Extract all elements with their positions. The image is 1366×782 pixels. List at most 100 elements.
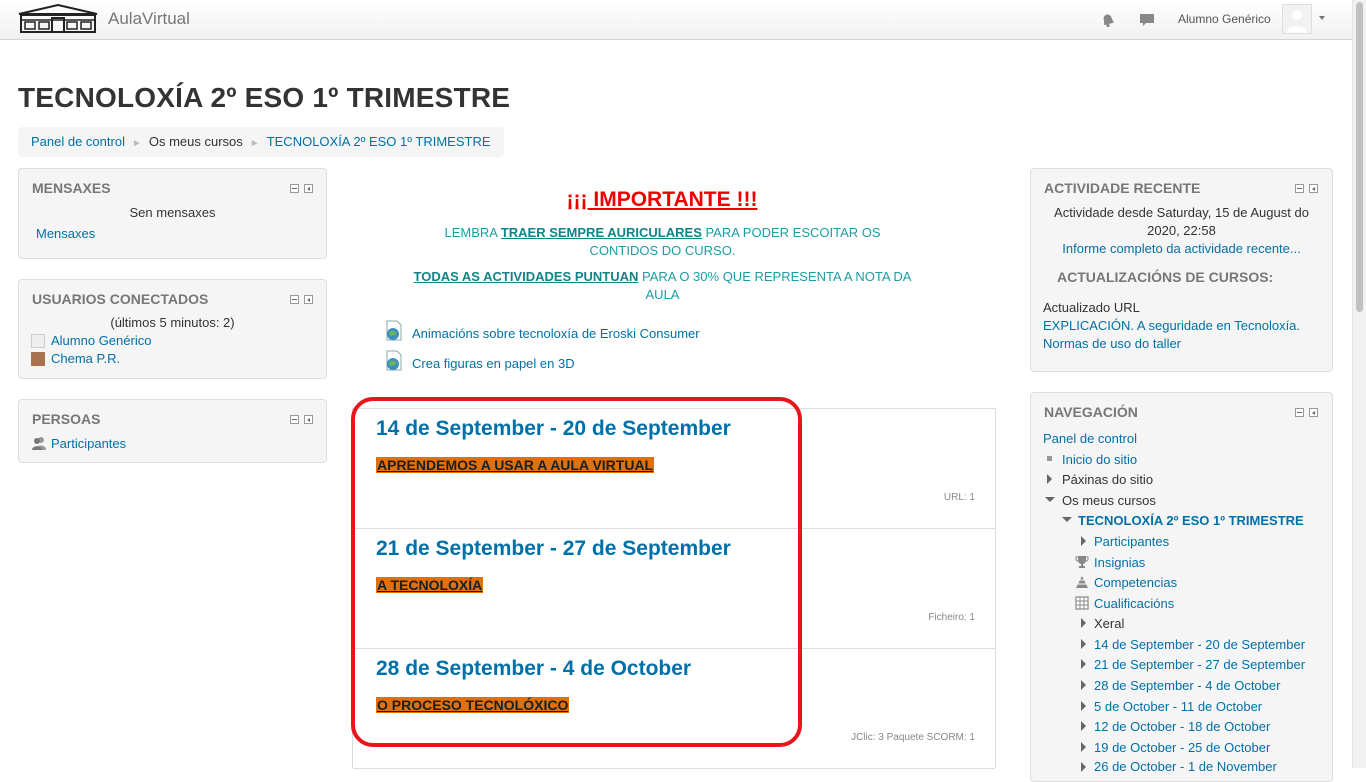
expand-icon[interactable] [1081, 639, 1086, 649]
course-section: 14 de September - 20 de September APREND… [353, 409, 995, 529]
nav-competencies[interactable]: Competencias [1094, 575, 1177, 590]
scrollbar-thumb[interactable] [1356, 2, 1363, 312]
breadcrumb-separator-icon: ► [249, 138, 260, 149]
minimize-icon[interactable] [290, 295, 299, 304]
minimize-icon[interactable] [290, 415, 299, 424]
expand-icon[interactable] [1081, 659, 1086, 669]
site-name[interactable]: AulaVirtual [108, 9, 190, 29]
nav-week[interactable]: 26 de October - 1 de November [1094, 759, 1277, 774]
nav-my-courses[interactable]: Os meus cursos [1062, 493, 1156, 508]
url-resource-icon [386, 320, 402, 341]
expand-icon[interactable] [1081, 721, 1086, 731]
section-topic: A TECNOLOXÍA [376, 577, 484, 593]
resource-link[interactable]: Crea figuras en papel en 3D [412, 356, 575, 371]
nav-week[interactable]: 5 de October - 11 de October [1094, 699, 1262, 714]
minimize-icon[interactable] [290, 184, 299, 193]
block-title: NAVEGACIÓN [1044, 404, 1138, 420]
course-sections: 14 de September - 20 de September APREND… [352, 408, 996, 769]
nav-dashboard[interactable]: Panel de control [1043, 431, 1137, 446]
minimize-icon[interactable] [1295, 184, 1304, 193]
expand-icon[interactable] [1081, 701, 1086, 711]
online-users-block: USUARIOS CONECTADOS (últimos 5 minutos: … [18, 279, 327, 379]
nav-current-course[interactable]: TECNOLOXÍA 2º ESO 1º TRIMESTRE [1078, 513, 1304, 528]
bell-icon[interactable] [1100, 12, 1116, 28]
full-report-link[interactable]: Informe completo da actividade recente..… [1031, 241, 1332, 256]
block-title: MENSAXES [32, 180, 111, 196]
breadcrumb: Panel de control ► Os meus cursos ► TECNOLOX… [18, 127, 504, 157]
notice-emphasis: TRAER SEMPRE AURICULARES [500, 225, 702, 240]
collapse-icon[interactable] [1062, 517, 1072, 522]
section-title-link[interactable]: 21 de September - 27 de September [376, 537, 731, 561]
page-title: TECNOLOXÍA 2º ESO 1º TRIMESTRE [18, 82, 511, 113]
section-activity-summary: URL: 1 [943, 492, 975, 503]
grades-table-icon [1075, 596, 1089, 610]
avatar[interactable] [1282, 4, 1312, 34]
section-title-link[interactable]: 28 de September - 4 de October [376, 657, 691, 681]
user-silhouette-icon [1287, 10, 1307, 33]
participants-link[interactable]: Participantes [51, 436, 126, 451]
activity-since-text: Actividade desde Saturday, 15 de August … [1054, 205, 1309, 220]
course-section: 21 de September - 27 de September A TECN… [353, 529, 995, 649]
section-activity-summary: Ficheiro: 1 [928, 612, 975, 623]
collapse-icon[interactable] [1045, 497, 1055, 502]
user-name[interactable]: Alumno Genérico [1178, 12, 1271, 26]
participants-icon [32, 437, 46, 450]
online-user-link[interactable]: Alumno Genérico [51, 333, 151, 348]
resource-link[interactable]: Animacións sobre tecnoloxía de Eroski Co… [412, 326, 700, 341]
nav-general-section[interactable]: Xeral [1094, 616, 1124, 631]
vertical-scrollbar[interactable] [1352, 0, 1366, 768]
section-topic: O PROCESO TECNOLÓXICO [376, 697, 570, 713]
update-link[interactable]: Normas de uso do taller [1043, 336, 1181, 351]
no-messages-text: Sen mensaxes [129, 205, 216, 220]
dock-icon[interactable] [304, 415, 313, 424]
section-activity-summary: JClic: 3 Paquete SCORM: 1 [851, 732, 975, 743]
nav-site-home[interactable]: Inicio do sitio [1062, 452, 1137, 467]
expand-icon[interactable] [1081, 680, 1086, 690]
breadcrumb-my-courses: Os meus cursos [148, 134, 243, 149]
update-link[interactable]: EXPLICACIÓN. A seguridade en Tecnoloxía. [1043, 318, 1300, 333]
update-type: Actualizado URL [1043, 300, 1140, 315]
notice-text: LEMBRA [444, 225, 501, 240]
nav-week[interactable]: 19 de October - 25 de October [1094, 740, 1270, 755]
block-title: ACTIVIDADE RECENTE [1044, 180, 1201, 196]
dock-icon[interactable] [304, 295, 313, 304]
nav-grades[interactable]: Cualificacións [1094, 596, 1174, 611]
expand-icon[interactable] [1081, 536, 1086, 546]
dock-icon[interactable] [1309, 408, 1318, 417]
course-section: 28 de September - 4 de October O PROCESO… [353, 649, 995, 769]
messages-block: MENSAXES Sen mensaxes Mensaxes [18, 168, 327, 259]
minimize-icon[interactable] [1295, 408, 1304, 417]
notice-text: PARA O 30% QUE REPRESENTA A NOTA DA AULA [638, 269, 912, 302]
school-building-logo[interactable] [18, 4, 98, 34]
breadcrumb-dashboard[interactable]: Panel de control [31, 134, 125, 149]
dock-icon[interactable] [1309, 184, 1318, 193]
nav-week[interactable]: 14 de September - 20 de September [1094, 637, 1305, 652]
expand-icon[interactable] [1081, 742, 1086, 752]
expand-icon[interactable] [1081, 618, 1086, 628]
breadcrumb-course[interactable]: TECNOLOXÍA 2º ESO 1º TRIMESTRE [267, 134, 491, 149]
expand-icon[interactable] [1047, 474, 1052, 484]
trophy-icon [1075, 556, 1089, 568]
nav-badges[interactable]: Insignias [1094, 555, 1145, 570]
nav-week[interactable]: 21 de September - 27 de September [1094, 657, 1305, 672]
breadcrumb-separator-icon: ► [131, 138, 142, 149]
expand-icon[interactable] [1081, 762, 1086, 772]
dock-icon[interactable] [304, 184, 313, 193]
nav-week[interactable]: 28 de September - 4 de October [1094, 678, 1280, 693]
chat-bubble-icon[interactable] [1139, 12, 1155, 28]
section-title-link[interactable]: 14 de September - 20 de September [376, 417, 731, 441]
top-navbar: AulaVirtual Alumno Genérico [0, 0, 1352, 40]
messages-link[interactable]: Mensaxes [36, 226, 95, 241]
activity-since-date: 2020, 22:58 [1147, 223, 1216, 238]
online-period-text: (últimos 5 minutos: 2) [110, 315, 235, 330]
chevron-down-icon[interactable] [1319, 16, 1325, 20]
user-avatar-icon [31, 334, 45, 348]
nav-week[interactable]: 12 de October - 18 de October [1094, 719, 1270, 734]
nav-site-pages[interactable]: Páxinas do sitio [1062, 472, 1153, 487]
notice-emphasis: TODAS AS ACTIVIDADES PUNTUAN [413, 269, 639, 284]
nav-participants[interactable]: Participantes [1094, 534, 1169, 549]
user-photo-icon [31, 352, 45, 366]
online-user-link[interactable]: Chema P.R. [51, 351, 120, 366]
block-title: PERSOAS [32, 411, 101, 427]
notice-grading: TODAS AS ACTIVIDADES PUNTUAN PARA O 30% … [410, 268, 915, 304]
